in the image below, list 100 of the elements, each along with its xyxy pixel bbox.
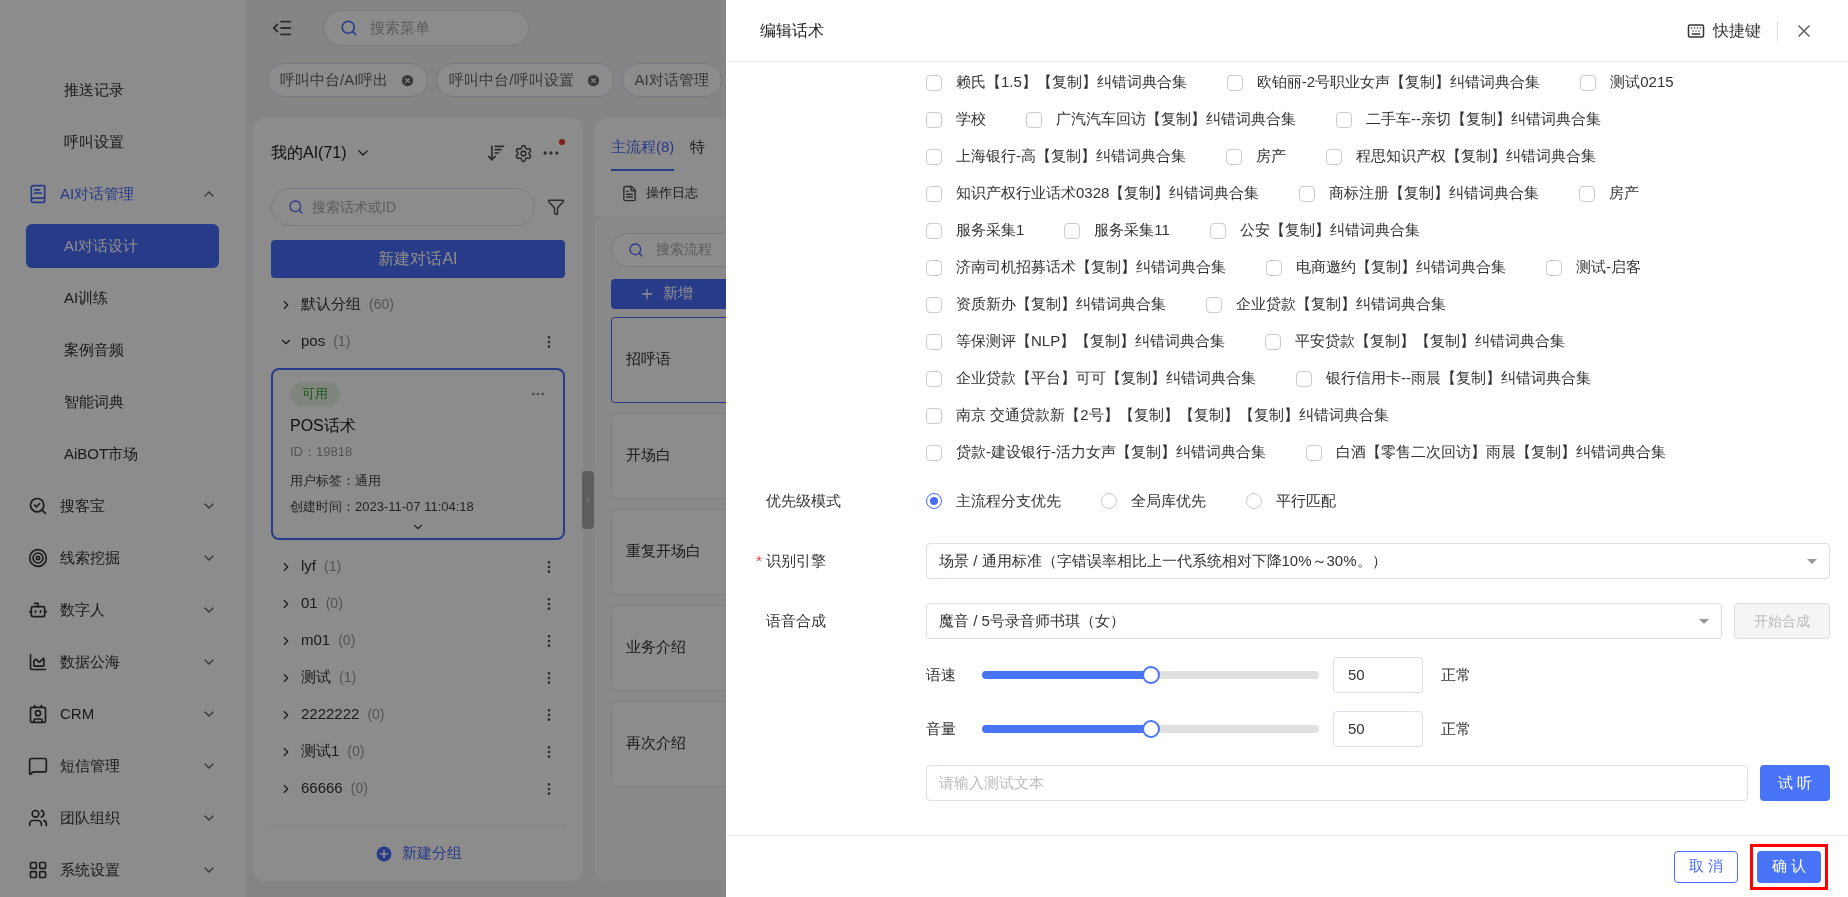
checkbox-label: 平安贷款【复制】【复制】纠错词典合集 xyxy=(1295,331,1566,352)
sidebar-item[interactable]: 数字人 xyxy=(28,590,201,630)
number-field[interactable]: 50 xyxy=(1333,711,1423,747)
checkbox[interactable] xyxy=(926,333,942,350)
checkbox[interactable] xyxy=(926,444,942,461)
checkbox-label: 房产 xyxy=(1256,146,1286,167)
checkbox[interactable] xyxy=(926,111,942,128)
required-mark: * xyxy=(756,550,762,571)
checkbox[interactable] xyxy=(1209,222,1226,239)
checkbox[interactable] xyxy=(1064,222,1081,239)
checkbox-label: 知识产权行业话术0328【复制】纠错词典合集 xyxy=(956,183,1260,204)
checkbox[interactable] xyxy=(1326,148,1342,165)
plus-icon xyxy=(374,843,394,864)
checkbox[interactable] xyxy=(1296,370,1312,387)
new-group-button[interactable]: 新建分组 xyxy=(374,842,462,865)
checkbox[interactable] xyxy=(1580,74,1597,91)
checkbox-label: 服务采集11 xyxy=(1094,220,1170,241)
number-field[interactable]: 50 xyxy=(1333,657,1423,693)
close-icon[interactable] xyxy=(400,72,416,88)
shortcut-button[interactable]: 快捷键 xyxy=(1687,18,1761,43)
listen-button[interactable]: 试 听 xyxy=(1760,765,1830,801)
checkbox[interactable] xyxy=(926,296,942,313)
page-tab[interactable]: 呼叫中台/AI呼出 xyxy=(267,63,429,97)
group-row[interactable]: pos (1) xyxy=(271,323,565,360)
checkbox[interactable] xyxy=(1579,185,1596,202)
checkbox-label: 上海银行-高【复制】纠错词典合集 xyxy=(956,146,1186,167)
new-ai-button[interactable]: 新建对话AI xyxy=(271,240,565,278)
checkbox-label: 企业贷款【平台】可可【复制】纠错词典合集 xyxy=(956,368,1256,389)
radio-label: 主流程分支优先 xyxy=(956,490,1061,511)
group-row[interactable]: 测试1 (0) xyxy=(271,733,565,770)
select-field[interactable]: 魔音 / 5号录音师书琪（女） xyxy=(926,603,1722,639)
group-row[interactable]: 2222222 (0) xyxy=(271,696,565,733)
card-title: POS话术 xyxy=(290,415,357,436)
sidebar-item[interactable]: AI对话管理 xyxy=(28,174,201,214)
sidebar-item[interactable]: 搜客宝 xyxy=(28,486,201,526)
filter-icon[interactable] xyxy=(547,198,565,216)
sidebar-item[interactable]: 案例音频 xyxy=(26,328,219,372)
checkbox[interactable] xyxy=(1336,111,1352,128)
cancel-button[interactable]: 取 消 xyxy=(1674,850,1738,883)
checkbox[interactable] xyxy=(926,370,942,387)
card-created-text: 创建时间：2023-11-07 11:04:18 xyxy=(290,497,475,516)
checkbox[interactable] xyxy=(1026,111,1042,128)
checkbox[interactable] xyxy=(926,222,942,239)
sort-icon[interactable] xyxy=(486,143,506,163)
group-row[interactable]: lyf (1) xyxy=(271,548,565,585)
sidebar-item[interactable]: 数据公海 xyxy=(28,642,201,682)
group-row[interactable]: 01 (0) xyxy=(271,585,565,622)
close-icon[interactable] xyxy=(585,72,601,88)
slider-reading: 正常 xyxy=(1441,664,1471,685)
checkbox[interactable] xyxy=(926,185,942,202)
checkbox[interactable] xyxy=(1266,259,1282,276)
settings-icon[interactable] xyxy=(514,143,533,163)
slider-track[interactable] xyxy=(982,720,1319,738)
page-tab[interactable]: AI对话管理 xyxy=(621,63,722,97)
panel-title[interactable]: 我的AI(71) xyxy=(271,141,347,165)
sidebar-item[interactable]: AiBOT市场 xyxy=(26,432,219,476)
checkbox-label: 服务采集1 xyxy=(956,220,1025,241)
flow-tab[interactable]: 特 xyxy=(690,136,706,171)
field-label: * 识别引擎 xyxy=(756,549,926,573)
slider-label: 音量 xyxy=(926,718,957,739)
sidebar-item[interactable]: 团队组织 xyxy=(28,798,201,838)
sidebar-item[interactable]: CRM xyxy=(28,694,201,734)
checkbox[interactable] xyxy=(926,148,942,165)
checkbox[interactable] xyxy=(1265,333,1282,350)
slider-thumb[interactable] xyxy=(1141,666,1160,684)
group-row[interactable]: 66666 (0) xyxy=(271,770,565,807)
select-field[interactable]: 场景 / 通用标准（字错误率相比上一代系统相对下降10%～30%。） xyxy=(926,543,1830,579)
ai-card[interactable]: 可用 POS话术 ID：19818 用户标签：通用 创建时间：2023-11-07 11:04:18 xyxy=(271,368,565,540)
checkbox[interactable] xyxy=(1226,74,1243,91)
robot-icon xyxy=(28,600,48,620)
checkbox-label: 银行信用卡--雨晨【复制】纠错词典合集 xyxy=(1326,368,1591,389)
log-link[interactable]: 操作日志 xyxy=(646,183,698,203)
slider-track[interactable] xyxy=(982,666,1319,684)
sidebar-item[interactable]: AI训练 xyxy=(26,276,219,320)
checkbox[interactable] xyxy=(926,407,942,424)
checkbox[interactable] xyxy=(1546,259,1562,276)
checkbox-label: 广汽汽车回访【复制】纠错词典合集 xyxy=(1056,109,1296,130)
sidebar-item[interactable]: 线索挖掘 xyxy=(28,538,201,578)
sidebar-item[interactable]: 推送记录 xyxy=(28,70,217,110)
sidebar-item[interactable]: 短信管理 xyxy=(28,746,201,786)
radio-label: 全局库优先 xyxy=(1131,490,1206,511)
checkbox[interactable] xyxy=(1226,148,1242,165)
page-tab[interactable]: 呼叫中台/呼叫设置 xyxy=(436,63,614,97)
sidebar-item[interactable]: 呼叫设置 xyxy=(28,122,217,162)
checkbox[interactable] xyxy=(1206,296,1222,313)
checkbox[interactable] xyxy=(926,74,942,91)
group-row[interactable]: 默认分组 (60) xyxy=(271,286,565,323)
slider-thumb[interactable] xyxy=(1141,720,1160,738)
checkbox[interactable] xyxy=(926,259,942,276)
chat-icon xyxy=(28,756,48,776)
checkbox[interactable] xyxy=(1299,185,1316,202)
sidebar-item[interactable]: AI对话设计 xyxy=(26,224,219,268)
checkbox-label: 贷款-建设银行-活力女声【复制】纠错词典合集 xyxy=(956,442,1266,463)
sidebar-item[interactable]: 系统设置 xyxy=(28,850,201,890)
group-row[interactable]: 测试 (1) xyxy=(271,659,565,696)
collapse-handle[interactable] xyxy=(582,470,594,529)
flow-tab[interactable]: 主流程(8) xyxy=(611,136,675,171)
confirm-button[interactable]: 确 认 xyxy=(1757,850,1821,883)
checkbox[interactable] xyxy=(1306,444,1322,461)
sidebar-item[interactable]: 智能词典 xyxy=(26,380,219,424)
